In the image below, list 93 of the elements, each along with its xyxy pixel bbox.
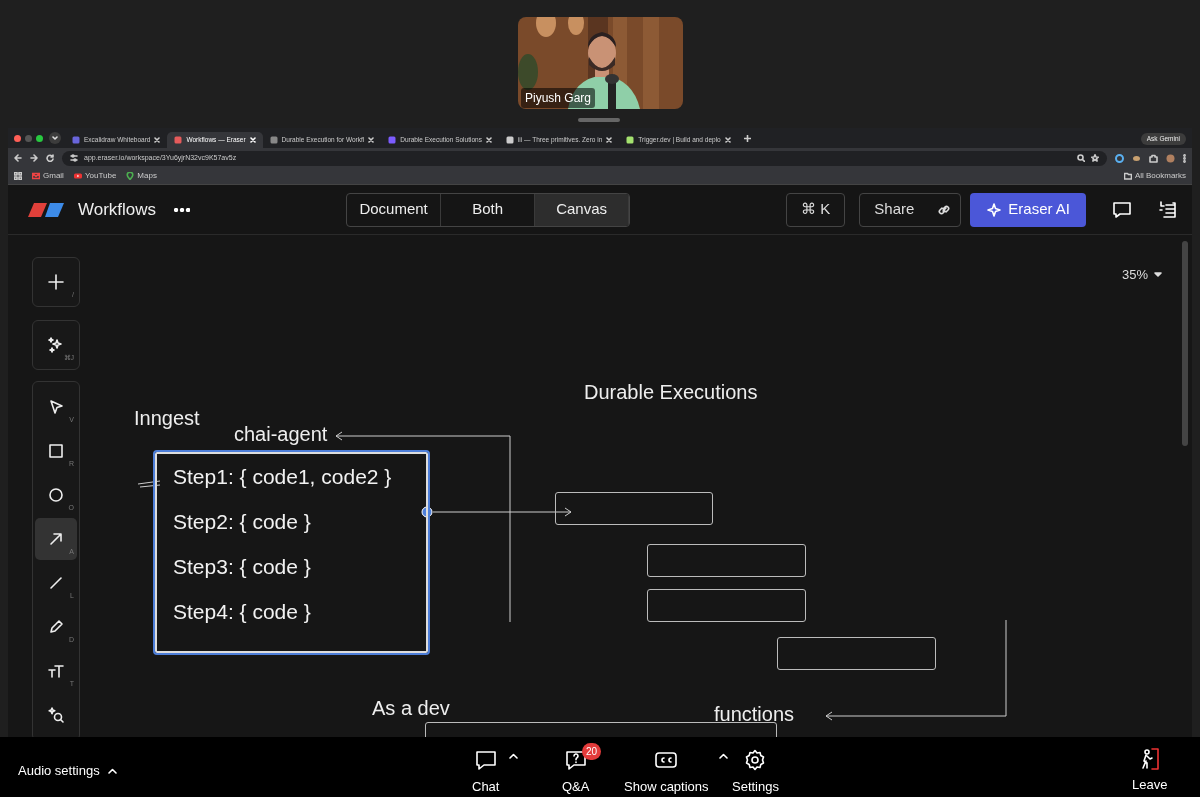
site-settings-icon: [70, 154, 78, 162]
sparkle-icon: [47, 336, 65, 354]
search-icon: [47, 706, 65, 724]
more-icon[interactable]: [174, 207, 191, 212]
empty-shape[interactable]: [555, 492, 713, 525]
canvas-text[interactable]: Durable Executions: [584, 382, 758, 402]
zoom-icon[interactable]: [1077, 154, 1085, 162]
play-icon: [73, 172, 82, 180]
avatar-icon[interactable]: [1166, 153, 1175, 163]
sparkle-icon: [986, 201, 1003, 218]
participant-name: Piyush Garg: [521, 88, 596, 108]
cursor-icon: [47, 398, 65, 416]
logo-icon[interactable]: [28, 202, 64, 217]
site-icon: [388, 136, 397, 144]
empty-shape[interactable]: [777, 637, 936, 670]
close-icon[interactable]: [485, 137, 492, 143]
reload-icon[interactable]: [46, 154, 54, 162]
window-close-button[interactable]: [14, 134, 21, 142]
close-icon[interactable]: [606, 137, 613, 143]
window-maximize-button[interactable]: [36, 134, 43, 142]
close-icon[interactable]: [154, 137, 161, 143]
canvas-text[interactable]: functions: [714, 704, 795, 724]
leave-button[interactable]: Leave: [1132, 747, 1168, 795]
selected-shape[interactable]: Step1: { code1, code2 } Step2: { code } Step3: { code } Step4: { code }: [153, 450, 430, 655]
bookmark-link[interactable]: Maps: [126, 170, 157, 182]
folder-icon: [1123, 172, 1132, 180]
caret-icon: [718, 753, 728, 759]
comment-icon[interactable]: [1112, 199, 1132, 220]
caret-icon: [107, 767, 117, 774]
empty-shape[interactable]: [647, 544, 806, 577]
expand-button[interactable]: [509, 753, 519, 759]
canvas-text[interactable]: As a dev: [372, 698, 450, 718]
notification-count: 20: [582, 743, 602, 760]
scrollbar[interactable]: [1182, 241, 1188, 446]
forward-icon[interactable]: [30, 154, 38, 162]
view-mode-tab[interactable]: Canvas: [535, 193, 630, 226]
resize-handle[interactable]: [578, 118, 620, 122]
gear-icon: [744, 749, 767, 771]
canvas-text[interactable]: chai-agent: [234, 424, 328, 444]
site-icon: [174, 136, 183, 144]
square-icon: [47, 442, 65, 460]
command-button[interactable]: ⌘ K: [786, 192, 846, 227]
back-icon[interactable]: [14, 154, 22, 162]
close-icon[interactable]: [368, 137, 375, 143]
empty-shape[interactable]: [647, 589, 806, 622]
canvas-text[interactable]: Step2: { code }: [173, 511, 410, 556]
canvas-text[interactable]: Step4: { code }: [173, 601, 410, 646]
canvas-text[interactable]: Step3: { code }: [173, 556, 410, 601]
view-mode-switch[interactable]: Document Both Canvas: [346, 192, 631, 227]
share-button[interactable]: Share: [859, 192, 962, 227]
eraser-ai-button[interactable]: Eraser AI: [970, 192, 1086, 227]
question-icon: [564, 749, 587, 771]
arrow-icon: [47, 530, 65, 548]
text-icon: [47, 662, 65, 680]
caret-icon: [52, 136, 58, 140]
circle-icon: [47, 486, 65, 504]
tab-list-button[interactable]: [49, 132, 61, 144]
bookmark-link[interactable]: Gmail: [32, 170, 64, 182]
meeting-control-button[interactable]: Show captions: [624, 749, 709, 797]
outline-icon[interactable]: [1158, 199, 1178, 220]
plus-icon: [47, 273, 65, 291]
all-bookmarks-link[interactable]: All Bookmarks: [1123, 170, 1186, 182]
new-tab-button[interactable]: [743, 134, 751, 142]
site-icon: [505, 136, 514, 144]
canvas-text[interactable]: Inngest: [134, 408, 200, 428]
close-icon[interactable]: [724, 137, 731, 143]
canvas-text[interactable]: Step1: { code1, code2 }: [173, 466, 410, 511]
meeting-control-button[interactable]: Settings: [732, 749, 779, 797]
site-icon: [269, 136, 278, 144]
strike-mark: [137, 480, 161, 488]
zoom-dropdown[interactable]: 35%: [1121, 265, 1162, 285]
line-icon: [47, 574, 65, 592]
caret-icon: [1154, 272, 1162, 278]
bookmark-link[interactable]: YouTube: [73, 170, 117, 182]
meeting-control-button[interactable]: Chat: [472, 749, 500, 797]
audio-settings-button[interactable]: Audio settings: [18, 761, 117, 781]
view-mode-tab[interactable]: Document: [347, 193, 442, 226]
chat-icon: [474, 749, 497, 771]
more-icon[interactable]: [1183, 153, 1186, 163]
site-icon: [72, 136, 80, 144]
pencil-icon: [47, 618, 65, 636]
map-pin-icon: [126, 172, 135, 180]
puzzle-icon[interactable]: [1149, 153, 1158, 163]
connection-handle[interactable]: [421, 506, 433, 518]
document-title[interactable]: Workflows: [78, 196, 157, 223]
caret-icon: [509, 753, 519, 759]
site-icon: [626, 136, 635, 144]
mail-icon: [32, 172, 40, 180]
plus-icon: [743, 134, 751, 142]
expand-button[interactable]: [718, 753, 728, 759]
star-icon[interactable]: [1091, 154, 1099, 162]
captions-icon: [655, 749, 678, 771]
apps-grid-icon[interactable]: [14, 172, 22, 180]
